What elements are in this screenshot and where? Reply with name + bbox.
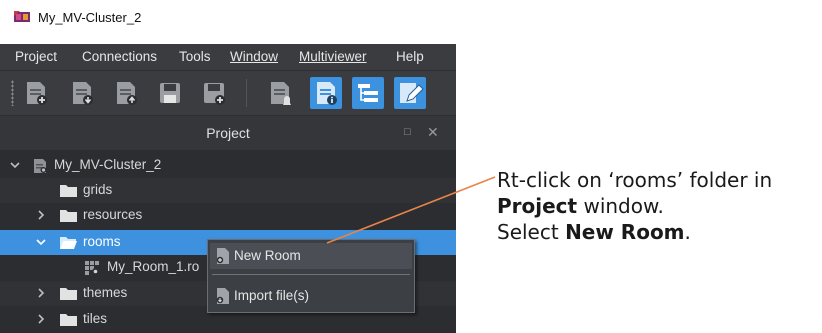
- float-panel-icon[interactable]: □: [404, 126, 411, 138]
- new-document-icon: [27, 82, 47, 105]
- chevron-right-icon[interactable]: [34, 208, 48, 222]
- new-room-menu-item[interactable]: New Room: [210, 243, 412, 269]
- menu-help[interactable]: Help: [396, 49, 424, 64]
- toolbar-separator: [246, 79, 247, 107]
- new-document-icon: [216, 248, 229, 264]
- menu-bar: Project Connections Tools Window Multivi…: [0, 44, 456, 70]
- notification-button[interactable]: [264, 77, 296, 109]
- window-title: My_MV-Cluster_2: [38, 10, 142, 25]
- tree-view-icon: [358, 84, 378, 102]
- tree-item-label: tiles: [83, 311, 108, 326]
- title-bar: My_MV-Cluster_2: [0, 0, 456, 32]
- menu-item-label: Import file(s): [234, 288, 310, 303]
- tree-row-project[interactable]: My_MV-Cluster_2: [0, 153, 456, 178]
- info-document-icon: [317, 82, 337, 105]
- save-icon: [160, 83, 180, 103]
- panel-title: Project: [206, 125, 250, 141]
- import-files-menu-item[interactable]: Import file(s): [210, 283, 412, 309]
- annotation-select-text: Select: [497, 220, 566, 244]
- menu-window[interactable]: Window: [230, 49, 278, 64]
- tree-item-label: grids: [83, 182, 113, 197]
- annotation-line-1: Rt-click on ‘rooms’ folder in: [497, 168, 773, 192]
- menu-item-label: New Room: [234, 248, 301, 263]
- project-panel-header: Project □ ✕: [0, 116, 456, 150]
- folder-icon: [60, 210, 77, 222]
- annotation-bold-project: Project: [497, 194, 578, 218]
- tree-item-label: themes: [83, 285, 128, 300]
- menu-tools[interactable]: Tools: [179, 49, 211, 64]
- tree-item-label: resources: [83, 207, 143, 222]
- download-button[interactable]: [66, 77, 98, 109]
- tree-row-resources[interactable]: resources: [0, 203, 456, 228]
- notification-document-icon: [271, 82, 291, 105]
- tree-item-label: My_Room_1.ro: [107, 259, 200, 274]
- download-document-icon: [73, 82, 93, 105]
- annotation-line-2: Project window.: [497, 193, 772, 219]
- upload-document-icon: [117, 82, 137, 105]
- menu-project[interactable]: Project: [15, 49, 57, 64]
- tree-item-label: rooms: [83, 234, 121, 249]
- close-panel-icon[interactable]: ✕: [427, 124, 439, 141]
- context-menu: New Room Import file(s): [207, 239, 415, 313]
- annotation-line-3: Select New Room.: [497, 219, 772, 245]
- folder-icon: [60, 314, 77, 326]
- room-file-icon: [85, 261, 99, 275]
- save-button[interactable]: [154, 77, 186, 109]
- folder-icon: [60, 288, 77, 300]
- upload-button[interactable]: [110, 77, 142, 109]
- chevron-right-icon[interactable]: [34, 286, 48, 300]
- info-button[interactable]: [310, 77, 342, 109]
- menu-multiviewer[interactable]: Multiviewer: [299, 49, 367, 64]
- chevron-down-icon[interactable]: [34, 235, 48, 249]
- project-file-icon: [34, 159, 47, 173]
- instruction-annotation: Rt-click on ‘rooms’ folder in Project wi…: [497, 167, 772, 245]
- application-window: My_MV-Cluster_2 Project Connections Tool…: [0, 0, 456, 333]
- chevron-right-icon[interactable]: [34, 312, 48, 326]
- new-project-button[interactable]: [20, 77, 52, 109]
- menu-separator: [212, 274, 410, 275]
- app-logo-icon: [14, 11, 30, 22]
- chevron-down-icon[interactable]: [8, 158, 22, 172]
- menu-connections[interactable]: Connections: [82, 49, 157, 64]
- tree-view-button[interactable]: [352, 77, 384, 109]
- tree-row-grids[interactable]: grids: [0, 178, 456, 203]
- folder-icon: [60, 185, 77, 197]
- save-add-icon: [204, 83, 225, 105]
- toolbar-grip-handle[interactable]: [11, 80, 14, 106]
- edit-pencil-icon: [400, 83, 424, 103]
- toolbar: [0, 70, 456, 116]
- annotation-period: .: [684, 220, 691, 244]
- edit-button[interactable]: [394, 77, 426, 109]
- tree-item-label: My_MV-Cluster_2: [54, 157, 162, 172]
- annotation-window-text: window.: [577, 194, 664, 218]
- save-add-button[interactable]: [198, 77, 230, 109]
- annotation-bold-new-room: New Room: [565, 220, 685, 244]
- open-folder-icon: [60, 237, 77, 249]
- import-document-icon: [216, 288, 229, 304]
